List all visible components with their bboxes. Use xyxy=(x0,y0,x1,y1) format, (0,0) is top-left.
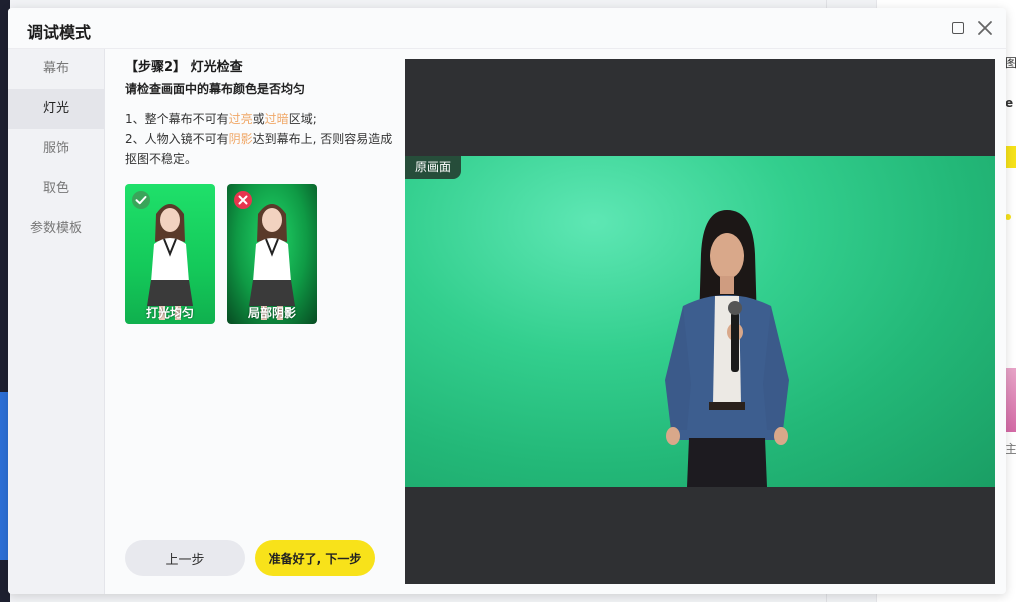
example-caption: 打光均匀 xyxy=(145,306,194,320)
rule-text: 2、人物入镜不可有 xyxy=(125,132,229,146)
dialog-header: 调试模式 xyxy=(8,8,1006,49)
sidebar-item-label: 幕布 xyxy=(42,61,69,76)
camera-preview: 原画面 xyxy=(405,59,995,584)
camera-frame: 原画面 xyxy=(405,156,995,487)
sidebar-item-costume[interactable]: 服饰 xyxy=(8,129,104,169)
sidebar-nav: 幕布 灯光 服饰 取色 参数模板 xyxy=(8,49,105,594)
presenter-figure xyxy=(665,210,789,487)
step-subtitle: 请检查画面中的幕布颜色是否均匀 xyxy=(125,82,306,96)
sidebar-item-param-template[interactable]: 参数模板 xyxy=(8,209,104,249)
example-local-shadow: 局部阴影 xyxy=(227,184,317,324)
rule-1: 1、整个幕布不可有过亮或过暗区域; xyxy=(125,109,395,129)
sidebar-item-label: 参数模板 xyxy=(29,221,82,236)
rule-text: 或 xyxy=(252,112,265,126)
maximize-icon[interactable] xyxy=(952,22,964,34)
sidebar-item-color-pick[interactable]: 取色 xyxy=(8,169,104,209)
sidebar-item-label: 取色 xyxy=(42,181,69,196)
debug-mode-dialog: 调试模式 幕布 灯光 服饰 取色 参数模板 【步骤2】 灯光检查 请检查画面中的… xyxy=(8,8,1006,594)
previous-step-button[interactable]: 上一步 xyxy=(125,540,245,576)
example-even-lighting: 打光均匀 xyxy=(125,184,215,324)
rule-text: 1、整个幕布不可有 xyxy=(125,112,229,126)
instructions-panel: 【步骤2】 灯光检查 请检查画面中的幕布颜色是否均匀 1、整个幕布不可有过亮或过… xyxy=(105,49,405,594)
sidebar-item-label: 服饰 xyxy=(42,141,69,156)
rule-text: 区域; xyxy=(288,112,317,126)
step-title: 【步骤2】 灯光检查 xyxy=(125,60,243,75)
example-caption: 局部阴影 xyxy=(247,306,296,320)
sidebar-item-lighting[interactable]: 灯光 xyxy=(8,89,104,129)
sidebar-item-curtain[interactable]: 幕布 xyxy=(8,49,104,89)
background-text-fragment: 图 xyxy=(1005,56,1016,70)
sidebar-item-label: 灯光 xyxy=(42,101,69,116)
background-text-fragment: 主 xyxy=(1005,442,1016,456)
original-view-tag: 原画面 xyxy=(405,156,462,179)
rule-highlight: 阴影 xyxy=(228,132,253,146)
rule-highlight: 过亮 xyxy=(228,112,253,126)
rule-2: 2、人物入镜不可有阴影达到幕布上, 否则容易造成抠图不稳定。 xyxy=(125,129,395,169)
rule-highlight: 过暗 xyxy=(264,112,289,126)
background-text-fragment: e xyxy=(1005,96,1014,110)
rules-list: 1、整个幕布不可有过亮或过暗区域; 2、人物入镜不可有阴影达到幕布上, 否则容易… xyxy=(125,109,395,169)
close-icon[interactable] xyxy=(977,20,993,36)
next-step-button[interactable]: 准备好了, 下一步 xyxy=(255,540,375,576)
error-x-icon xyxy=(234,191,252,209)
check-icon xyxy=(132,191,150,209)
dialog-title: 调试模式 xyxy=(27,23,92,42)
